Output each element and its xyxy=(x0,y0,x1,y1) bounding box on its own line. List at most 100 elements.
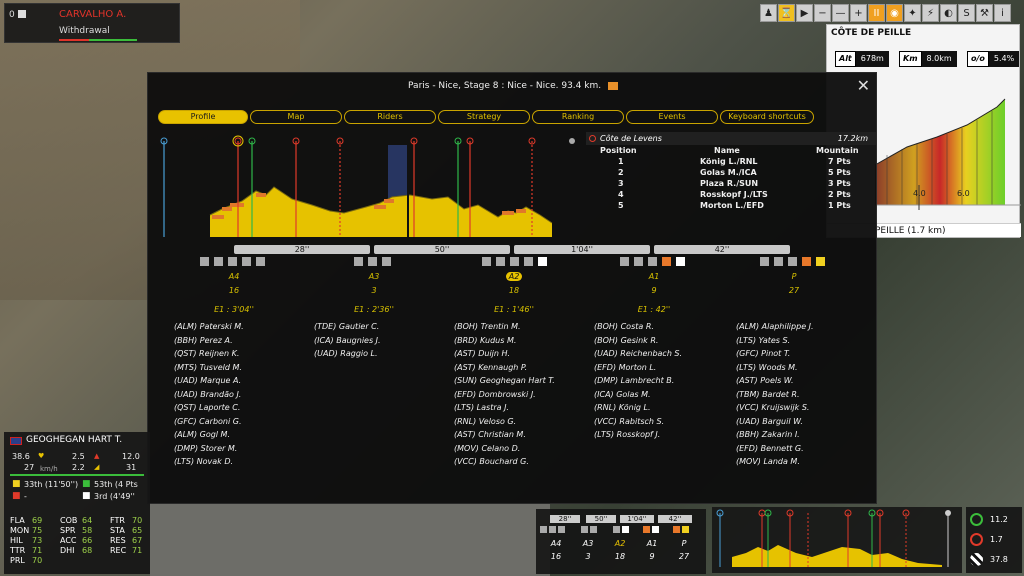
tab-keyboard-shortcuts[interactable]: Keyboard shortcuts xyxy=(720,110,814,124)
list-item[interactable]: (MOV) Celano D. xyxy=(454,444,584,458)
list-item[interactable]: (BBH) Perez A. xyxy=(174,336,304,350)
list-item[interactable]: (UAD) Raggio L. xyxy=(314,349,444,363)
list-item[interactable]: (BOH) Costa R. xyxy=(594,322,724,336)
energy-bar-green xyxy=(89,39,137,41)
list-item[interactable]: (UAD) Barguil W. xyxy=(736,417,866,431)
list-item[interactable]: (LTS) Lastra J. xyxy=(454,403,584,417)
finish-flag-icon xyxy=(970,552,983,566)
list-item[interactable]: (EFD) Morton L. xyxy=(594,363,724,377)
stat-value: 2.2 xyxy=(72,463,85,472)
list-item[interactable]: (DMP) Storer M. xyxy=(174,444,304,458)
list-item[interactable]: (BBH) Zakarin I. xyxy=(736,430,866,444)
bird-icon[interactable]: ✦ xyxy=(904,4,921,22)
list-item[interactable]: (LTS) Novak D. xyxy=(174,457,304,471)
mini-gap: 28'' xyxy=(550,515,580,523)
list-item[interactable]: (ICA) Golas M. xyxy=(594,390,724,404)
attr-label: FLA xyxy=(10,516,25,525)
list-item[interactable]: (ICA) Baugnies J. xyxy=(314,336,444,350)
withdrawn-rider-panel[interactable]: 0 CARVALHO A. Withdrawal xyxy=(4,3,180,43)
group-rider-list: (ALM) Paterski M. (BBH) Perez A. (QST) R… xyxy=(174,322,304,471)
list-item[interactable]: (GFC) Carboni G. xyxy=(174,417,304,431)
list-item[interactable]: (AST) Poels W. xyxy=(736,376,866,390)
rider-status: Withdrawal xyxy=(59,26,110,36)
list-item[interactable]: (TBM) Bardet R. xyxy=(736,390,866,404)
tab-ranking[interactable]: Ranking xyxy=(532,110,624,124)
list-item[interactable]: (BOH) Gesink R. xyxy=(594,336,724,350)
minus-icon[interactable]: − xyxy=(814,4,831,22)
table-row: 4 Rosskopf J./LTS 2 Pts xyxy=(586,189,876,200)
jersey-icon xyxy=(18,10,26,18)
list-item[interactable]: (VCC) Rabitsch S. xyxy=(594,417,724,431)
gauge-icon[interactable]: ◐ xyxy=(940,4,957,22)
pos: 1 xyxy=(618,157,624,166)
list-item[interactable]: (LTS) Woods M. xyxy=(736,363,866,377)
list-item[interactable]: (ALM) Paterski M. xyxy=(174,322,304,336)
list-item[interactable]: (QST) Reijnen K. xyxy=(174,349,304,363)
mountain-segment-table: Côte de Levens 17.2km Position Name Moun… xyxy=(586,132,876,211)
group-gap: E1 : 2'36'' xyxy=(354,305,394,314)
list-item[interactable]: (SUN) Geoghegan Hart T. xyxy=(454,376,584,390)
gradient-icon: ◢ xyxy=(94,463,100,471)
list-item[interactable]: (AST) Duijn H. xyxy=(454,349,584,363)
list-item[interactable]: (VCC) Kruijswijk S. xyxy=(736,403,866,417)
list-item[interactable]: (BRD) Kudus M. xyxy=(454,336,584,350)
list-item[interactable]: (EFD) Dombrowski J. xyxy=(454,390,584,404)
list-item[interactable]: (QST) Laporte C. xyxy=(174,403,304,417)
list-item[interactable]: (MOV) Landa M. xyxy=(736,457,866,471)
mini-stage-profile[interactable] xyxy=(712,507,962,573)
tab-strategy[interactable]: Strategy xyxy=(438,110,530,124)
attr-value: 58 xyxy=(82,526,93,535)
group-gap: E1 : 3'04'' xyxy=(214,305,254,314)
list-item[interactable]: (VCC) Bouchard G. xyxy=(454,457,584,471)
pause-icon[interactable]: II xyxy=(868,4,885,22)
play-icon[interactable]: ▶ xyxy=(796,4,813,22)
km-label: Km xyxy=(899,51,922,67)
info-icon[interactable]: i xyxy=(994,4,1011,22)
stage-profile-graph[interactable] xyxy=(152,131,582,241)
list-item[interactable]: (UAD) Brandão J. xyxy=(174,390,304,404)
tab-events[interactable]: Events xyxy=(626,110,718,124)
speed-icon[interactable]: — xyxy=(832,4,849,22)
list-item[interactable]: (LTS) Rosskopf J. xyxy=(594,430,724,444)
stat-value: 38.6 xyxy=(12,452,30,461)
list-item[interactable]: (AST) Christian M. xyxy=(454,430,584,444)
energy-bar xyxy=(10,474,144,476)
table-row: 5 Morton L./EFD 1 Pts xyxy=(586,200,876,211)
list-item[interactable]: (UAD) Reichenbach S. xyxy=(594,349,724,363)
mini-group-summary[interactable]: 28'' 50'' 1'04'' 42'' A4 A3 A2 A1 P 16 3… xyxy=(536,509,706,574)
jersey-icon xyxy=(581,526,588,533)
selected-rider-panel[interactable]: GEOGHEGAN HART T. 38.6 ♥ 2.5 ▲ 12.0 27 k… xyxy=(4,432,150,574)
eye-icon[interactable]: ◉ xyxy=(886,4,903,22)
list-item[interactable]: (TDE) Gautier C. xyxy=(314,322,444,336)
group-rider-list: (ALM) Alaphilippe J. (LTS) Yates S. (GFC… xyxy=(736,322,866,471)
list-item[interactable]: (BOH) Trentin M. xyxy=(454,322,584,336)
jersey-icon xyxy=(538,257,547,266)
plus-icon[interactable]: + xyxy=(850,4,867,22)
attr-row: TTR 71 DHI 68 REC 71 xyxy=(10,546,150,556)
tab-riders[interactable]: Riders xyxy=(344,110,436,124)
background-road xyxy=(150,500,550,576)
tab-map[interactable]: Map xyxy=(250,110,342,124)
hourglass-icon[interactable]: ⌛ xyxy=(778,4,795,22)
list-item[interactable]: (ALM) Alaphilippe J. xyxy=(736,322,866,336)
list-item[interactable]: (GFC) Pinot T. xyxy=(736,349,866,363)
jersey-icon xyxy=(673,526,680,533)
tab-profile[interactable]: Profile xyxy=(158,110,248,124)
bolt-icon[interactable]: ⚡ xyxy=(922,4,939,22)
sprint-icon xyxy=(970,512,983,526)
attr-label: COB xyxy=(60,516,78,525)
list-item[interactable]: (RNL) Veloso G. xyxy=(454,417,584,431)
list-item[interactable]: (LTS) Yates S. xyxy=(736,336,866,350)
close-icon[interactable]: ✕ xyxy=(857,76,870,95)
person-icon[interactable]: ♟ xyxy=(760,4,777,22)
mini-jerseys xyxy=(540,526,700,534)
list-item[interactable]: (UAD) Marque A. xyxy=(174,376,304,390)
list-item[interactable]: (RNL) König L. xyxy=(594,403,724,417)
s-icon[interactable]: S xyxy=(958,4,975,22)
list-item[interactable]: (EFD) Bennett G. xyxy=(736,444,866,458)
list-item[interactable]: (ALM) Gogl M. xyxy=(174,430,304,444)
list-item[interactable]: (DMP) Lambrecht B. xyxy=(594,376,724,390)
wrench-icon[interactable]: ⚒ xyxy=(976,4,993,22)
list-item[interactable]: (AST) Kennaugh P. xyxy=(454,363,584,377)
list-item[interactable]: (MTS) Tusveld M. xyxy=(174,363,304,377)
